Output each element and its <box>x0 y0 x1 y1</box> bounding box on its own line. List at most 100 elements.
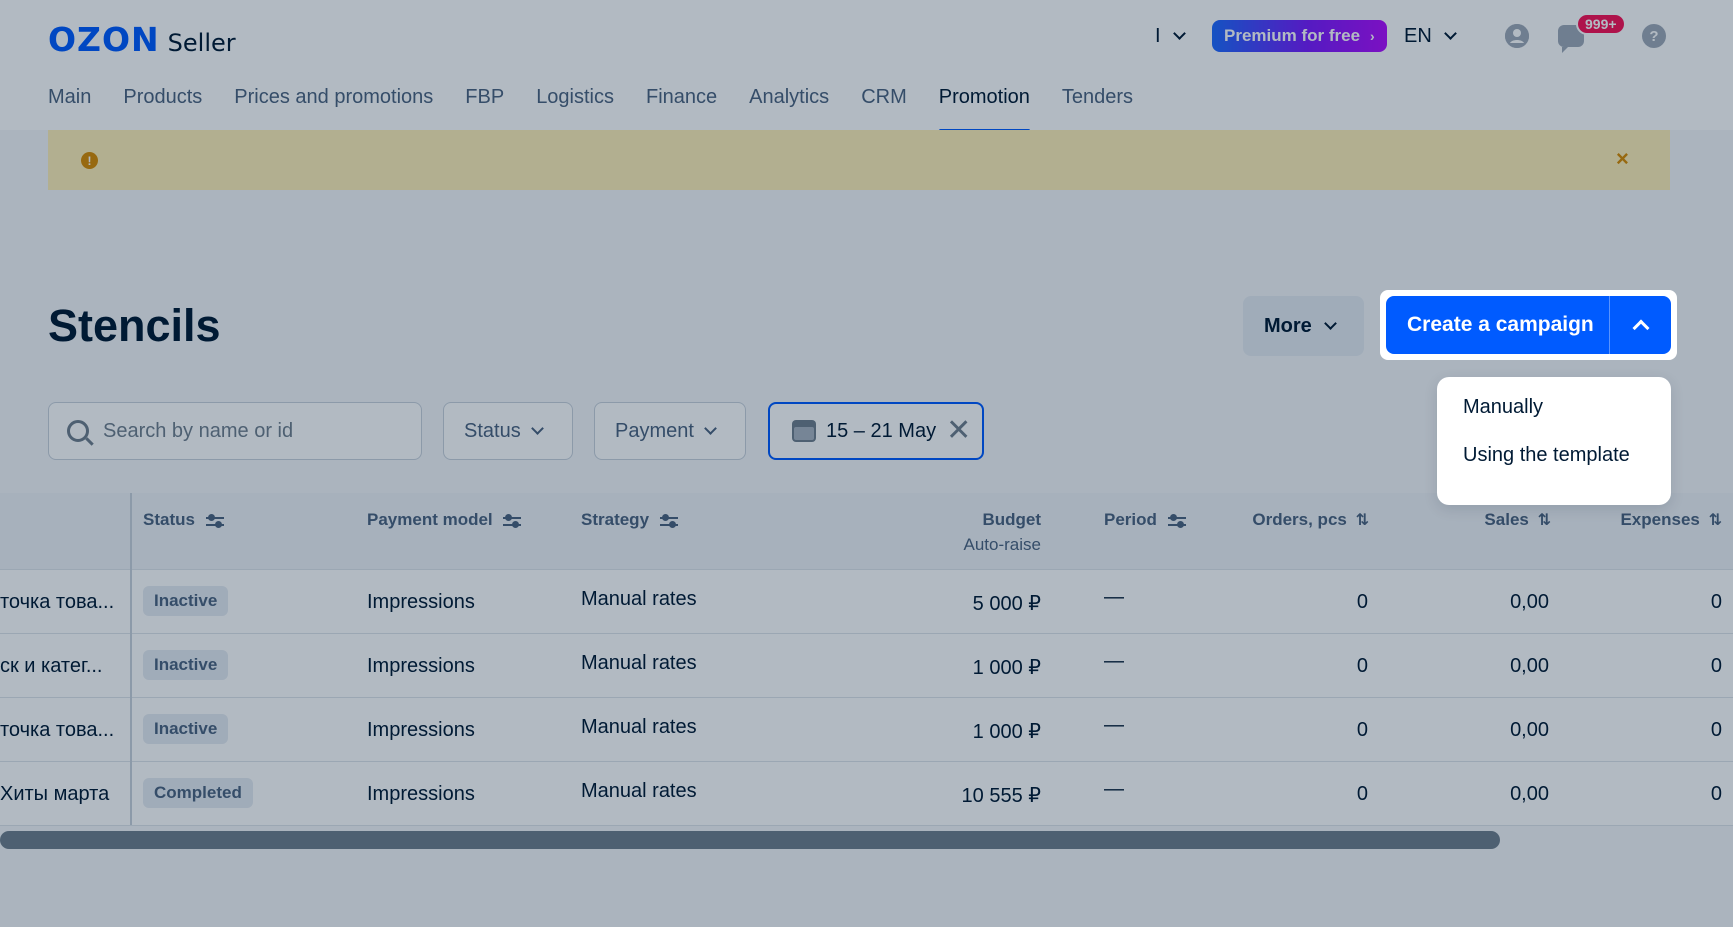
expenses-cell: 0 <box>1710 655 1722 677</box>
column-status-label: Status <box>143 510 195 529</box>
horizontal-scrollbar[interactable] <box>0 831 1500 849</box>
calendar-icon <box>792 420 816 442</box>
sort-arrows-icon[interactable]: ⇅ <box>1356 510 1369 530</box>
strategy-cell: Manual rates <box>581 780 697 802</box>
expenses-cell: 0 <box>1710 783 1722 805</box>
column-sales[interactable]: Sales ⇅ <box>1484 510 1551 530</box>
column-payment-model-label: Payment model <box>367 510 493 529</box>
nav-fbp[interactable]: FBP <box>465 86 504 132</box>
status-badge: Inactive <box>143 586 229 616</box>
search-field[interactable] <box>48 402 422 460</box>
page-title: Stencils <box>48 300 221 351</box>
table-row[interactable]: точка това... Inactive Impressions Manua… <box>0 698 1733 762</box>
menu-item-using-template[interactable]: Using the template <box>1440 431 1668 479</box>
clear-date-icon[interactable]: ✕ <box>946 416 971 446</box>
payment-filter[interactable]: Payment <box>594 402 746 460</box>
user-circle-icon[interactable] <box>1505 24 1529 48</box>
chevron-down-icon <box>1323 317 1337 330</box>
chevron-right-icon: › <box>1370 28 1375 44</box>
filter-sliders-icon[interactable] <box>659 513 678 528</box>
nav-finance[interactable]: Finance <box>646 86 717 132</box>
logo-brand: OZON <box>48 20 160 59</box>
status-badge: Completed <box>143 778 253 808</box>
ozon-seller-logo[interactable]: OZON Seller <box>48 20 236 59</box>
filter-sliders-icon[interactable] <box>1167 513 1186 528</box>
status-filter-label: Status <box>464 419 521 442</box>
search-input[interactable] <box>103 419 383 443</box>
expenses-cell: 0 <box>1710 719 1722 741</box>
expenses-cell: 0 <box>1710 591 1722 613</box>
table-row[interactable]: Хиты марта Completed Impressions Manual … <box>0 762 1733 826</box>
sort-arrows-icon[interactable]: ⇅ <box>1538 510 1551 530</box>
column-strategy-label: Strategy <box>581 510 650 529</box>
campaign-name[interactable]: точка това... <box>0 591 114 614</box>
chevron-down-icon <box>1172 27 1186 40</box>
search-icon <box>67 420 89 442</box>
payment-model-cell: Impressions <box>367 655 475 677</box>
column-orders-label: Orders, pcs <box>1252 510 1347 529</box>
table-row[interactable]: точка това... Inactive Impressions Manua… <box>0 570 1733 634</box>
column-period[interactable]: Period <box>1104 510 1186 530</box>
create-campaign-dropdown-toggle[interactable] <box>1610 296 1671 354</box>
nav-main[interactable]: Main <box>48 86 91 132</box>
period-cell: — <box>1104 650 1124 672</box>
more-button-label: More <box>1264 314 1312 337</box>
help-icon[interactable]: ? <box>1642 24 1666 48</box>
date-range-label: 15 – 21 May <box>826 419 937 442</box>
more-button[interactable]: More <box>1243 296 1364 356</box>
period-cell: — <box>1104 586 1124 608</box>
column-strategy[interactable]: Strategy <box>581 510 678 530</box>
close-icon[interactable]: × <box>1616 146 1629 172</box>
campaign-name[interactable]: ск и катег... <box>0 655 103 678</box>
payment-model-cell: Impressions <box>367 591 475 613</box>
language-selector[interactable]: EN <box>1404 19 1457 53</box>
logo-product: Seller <box>167 29 236 57</box>
budget-cell: 1 000 ₽ <box>972 657 1041 679</box>
campaigns-table: Status Payment model Strategy Budget Aut… <box>0 493 1733 826</box>
period-cell: — <box>1104 714 1124 736</box>
chat-notification-badge: 999+ <box>1576 13 1626 35</box>
sales-cell: 0,00 <box>1510 783 1549 805</box>
create-campaign-button[interactable]: Create a campaign <box>1386 296 1610 354</box>
nav-tenders[interactable]: Tenders <box>1062 86 1133 132</box>
warning-icon: ! <box>81 152 98 169</box>
filter-sliders-icon[interactable] <box>205 513 224 528</box>
sort-arrows-icon[interactable]: ⇅ <box>1709 510 1722 530</box>
menu-item-manually[interactable]: Manually <box>1440 383 1668 431</box>
date-range-filter[interactable]: 15 – 21 May ✕ <box>768 402 984 460</box>
premium-button[interactable]: Premium for free › <box>1212 20 1387 52</box>
nav-prices-and-promotions[interactable]: Prices and promotions <box>234 86 433 132</box>
campaign-name[interactable]: точка това... <box>0 719 114 742</box>
budget-cell: 10 555 ₽ <box>961 785 1041 807</box>
column-budget[interactable]: Budget Auto-raise <box>964 510 1041 555</box>
orders-cell: 0 <box>1356 655 1368 677</box>
nav-products[interactable]: Products <box>123 86 202 132</box>
nav-analytics[interactable]: Analytics <box>749 86 829 132</box>
chevron-down-icon <box>704 422 717 435</box>
payment-model-cell: Impressions <box>367 719 475 741</box>
column-sales-label: Sales <box>1484 510 1529 529</box>
column-expenses[interactable]: Expenses ⇅ <box>1620 510 1722 530</box>
nav-crm[interactable]: CRM <box>861 86 907 132</box>
sticky-column-divider <box>130 493 132 825</box>
premium-label: Premium for free <box>1224 26 1361 45</box>
create-campaign-menu: Manually Using the template <box>1437 377 1671 505</box>
account-selector-label: I <box>1155 24 1161 47</box>
chevron-up-icon <box>1632 319 1649 337</box>
orders-cell: 0 <box>1356 783 1368 805</box>
column-orders[interactable]: Orders, pcs ⇅ <box>1252 510 1369 530</box>
account-selector[interactable]: I <box>1155 19 1186 53</box>
sales-cell: 0,00 <box>1510 655 1549 677</box>
table-row[interactable]: ск и катег... Inactive Impressions Manua… <box>0 634 1733 698</box>
filter-sliders-icon[interactable] <box>503 513 522 528</box>
status-badge: Inactive <box>143 714 229 744</box>
status-filter[interactable]: Status <box>443 402 573 460</box>
column-period-label: Period <box>1104 510 1157 529</box>
orders-cell: 0 <box>1356 591 1368 613</box>
column-status[interactable]: Status <box>143 510 224 530</box>
nav-promotion[interactable]: Promotion <box>938 86 1031 132</box>
campaign-name[interactable]: Хиты марта <box>0 783 109 806</box>
nav-logistics[interactable]: Logistics <box>536 86 614 132</box>
column-payment-model[interactable]: Payment model <box>367 510 522 530</box>
budget-cell: 1 000 ₽ <box>972 721 1041 743</box>
